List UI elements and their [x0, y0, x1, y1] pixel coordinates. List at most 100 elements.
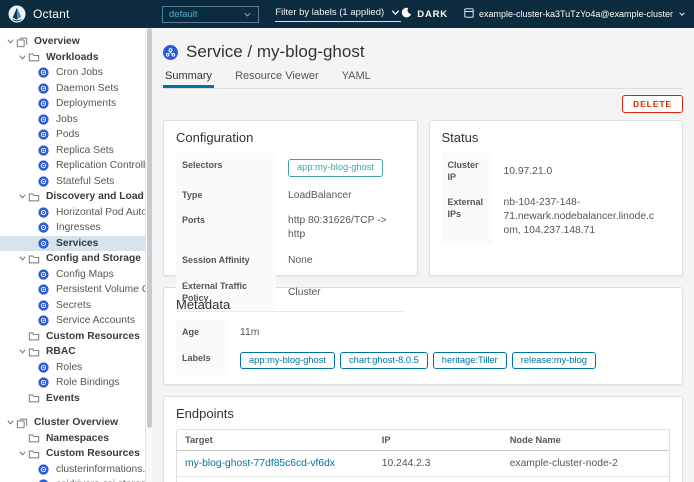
sidebar-item-clusterinformations[interactable]: clusterinformations.crd.projec	[0, 462, 145, 478]
sidebar-item-pods[interactable]: Pods	[0, 127, 145, 143]
rbac-icon	[28, 345, 41, 358]
metadata-label-tag[interactable]: release:my-blog	[512, 352, 596, 370]
sidebar-item-rbac[interactable]: RBAC	[0, 344, 145, 360]
sidebar-item-label: Role Bindings	[56, 377, 120, 388]
status-title: Status	[442, 130, 671, 145]
sidebar-item-cron-jobs[interactable]: Cron Jobs	[0, 65, 145, 81]
sidebar-item-role-bindings[interactable]: Role Bindings	[0, 375, 145, 391]
sidebar-item-cluster-custom-resources[interactable]: Custom Resources	[0, 446, 145, 462]
sidebar-item-events[interactable]: Events	[0, 391, 145, 407]
sidebar-item-namespaces[interactable]: Namespaces	[0, 431, 145, 447]
sidebar-item-label: Custom Resources	[46, 331, 140, 342]
tab-resource-viewer[interactable]: Resource Viewer	[233, 67, 321, 88]
endpoints-title: Endpoints	[176, 406, 670, 421]
label-filter-text: Filter by labels (1 applied)	[275, 7, 384, 18]
table-row: my-blog-ghost-77df85c6cd-vf6dx10.244.2.3…	[177, 451, 669, 477]
theme-toggle[interactable]: DARK	[401, 7, 448, 21]
endpoints-card: Endpoints TargetIPNode Name my-blog-ghos…	[163, 396, 683, 482]
status-cluster-ip-value: 10.97.21.0	[492, 153, 671, 190]
discovery-and-load-balancing-icon	[28, 190, 41, 203]
metadata-label-tag[interactable]: chart:ghost-8.0.5	[340, 352, 428, 370]
metadata-label-tag[interactable]: heritage:Tiller	[433, 352, 507, 370]
ingresses-icon	[38, 221, 51, 234]
column-header-target: Target	[177, 430, 374, 451]
sidebar-item-label: Pods	[56, 129, 79, 140]
deployments-icon	[38, 97, 51, 110]
sidebar-item-secrets[interactable]: Secrets	[0, 298, 145, 314]
pods-icon	[38, 128, 51, 141]
chevron-down-icon[interactable]	[16, 53, 28, 62]
sidebar-item-label: Secrets	[56, 300, 91, 311]
daemon-sets-icon	[38, 82, 51, 95]
sidebar-item-jobs[interactable]: Jobs	[0, 112, 145, 128]
sidebar-item-daemon-sets[interactable]: Daemon Sets	[0, 81, 145, 97]
sidebar-item-services[interactable]: Services	[0, 236, 145, 252]
sidebar-item-label: Service Accounts	[56, 315, 135, 326]
sidebar-item-service-accounts[interactable]: Service Accounts	[0, 313, 145, 329]
chevron-down-icon[interactable]	[4, 37, 16, 46]
sidebar-item-config-maps[interactable]: Config Maps	[0, 267, 145, 283]
secrets-icon	[38, 299, 51, 312]
sidebar-item-label: Overview	[34, 36, 80, 47]
chevron-down-icon	[390, 7, 401, 18]
sidebar: Overview WorkloadsCron Jobs Daemon Sets Dep…	[0, 28, 145, 482]
sidebar-item-roles[interactable]: Roles	[0, 360, 145, 376]
chevron-down-icon[interactable]	[16, 192, 28, 201]
overview-icon	[16, 35, 29, 48]
chevron-down-icon[interactable]	[16, 347, 28, 356]
endpoint-target-link[interactable]: my-blog-ghost-77df85c6cd-vf6dx	[185, 458, 335, 469]
actions-row: DELETE	[163, 95, 683, 113]
service-icon	[163, 45, 178, 60]
sidebar-item-replica-sets[interactable]: Replica Sets	[0, 143, 145, 159]
sidebar-item-csidrivers[interactable]: csidrivers.csi.storage.k8s.io	[0, 477, 145, 482]
sidebar-item-overview[interactable]: Overview	[0, 34, 145, 50]
sidebar-item-label: Stateful Sets	[56, 176, 114, 187]
replication-controllers-icon	[38, 159, 51, 172]
delete-button[interactable]: DELETE	[622, 95, 683, 113]
sidebar-item-config-and-storage[interactable]: Config and Storage	[0, 251, 145, 267]
sidebar-item-discovery-and-load-balancing[interactable]: Discovery and Load Balancing	[0, 189, 145, 205]
config-maps-icon	[38, 268, 51, 281]
metadata-label-tag[interactable]: app:my-blog-ghost	[240, 352, 335, 370]
config-type-label: Type	[176, 183, 276, 209]
sidebar-item-horizontal-pod-autoscalers[interactable]: Horizontal Pod Autoscalers	[0, 205, 145, 221]
sidebar-item-label: clusterinformations.crd.projec	[56, 464, 145, 475]
sidebar-item-persistent-volume-claims[interactable]: Persistent Volume Claims	[0, 282, 145, 298]
status-card: Status Cluster IP10.97.21.0External IPsn…	[429, 120, 684, 276]
chevron-down-icon[interactable]	[16, 254, 28, 263]
cluster-custom-resources-icon	[28, 447, 41, 460]
sidebar-item-workloads[interactable]: Workloads	[0, 50, 145, 66]
tab-summary[interactable]: Summary	[163, 67, 214, 88]
context-selector[interactable]: example-cluster-ka3TuTzYo4a@example-clus…	[464, 8, 686, 20]
sidebar-item-replication-controllers[interactable]: Replication Controllers	[0, 158, 145, 174]
config-ports-label: Ports	[176, 208, 276, 248]
sidebar-item-cluster-overview[interactable]: Cluster Overview	[0, 415, 145, 431]
brand: Octant	[0, 5, 152, 23]
cron-jobs-icon	[38, 66, 51, 79]
status-external-ips-label: External IPs	[442, 190, 492, 244]
namespace-dropdown[interactable]: default	[162, 6, 259, 23]
status-cluster-ip-label: Cluster IP	[442, 153, 492, 190]
chevron-down-icon[interactable]	[16, 449, 28, 458]
selector-tag[interactable]: app:my-blog-ghost	[288, 159, 383, 177]
scrollbar-thumb[interactable]	[147, 28, 152, 428]
tab-yaml[interactable]: YAML	[340, 67, 373, 88]
jobs-icon	[38, 113, 51, 126]
namespace-dropdown-value: default	[169, 9, 198, 20]
context-label: example-cluster-ka3TuTzYo4a@example-clus…	[479, 9, 673, 19]
sidebar-scrollbar[interactable]	[145, 28, 152, 482]
sidebar-item-custom-resources[interactable]: Custom Resources	[0, 329, 145, 345]
column-header-node-name: Node Name	[502, 430, 669, 451]
sidebar-item-ingresses[interactable]: Ingresses	[0, 220, 145, 236]
replica-sets-icon	[38, 144, 51, 157]
sidebar-item-stateful-sets[interactable]: Stateful Sets	[0, 174, 145, 190]
sidebar-item-label: Services	[56, 238, 98, 249]
main-content: Service / my-blog-ghost Summary Resource…	[152, 28, 694, 482]
chevron-down-icon[interactable]	[4, 418, 16, 427]
sidebar-item-label: Discovery and Load Balancing	[46, 191, 145, 202]
sidebar-item-label: Daemon Sets	[56, 83, 118, 94]
label-filter-dropdown[interactable]: Filter by labels (1 applied)	[275, 7, 401, 22]
cluster-icon	[464, 8, 474, 20]
sidebar-item-deployments[interactable]: Deployments	[0, 96, 145, 112]
column-header-ip: IP	[374, 430, 502, 451]
